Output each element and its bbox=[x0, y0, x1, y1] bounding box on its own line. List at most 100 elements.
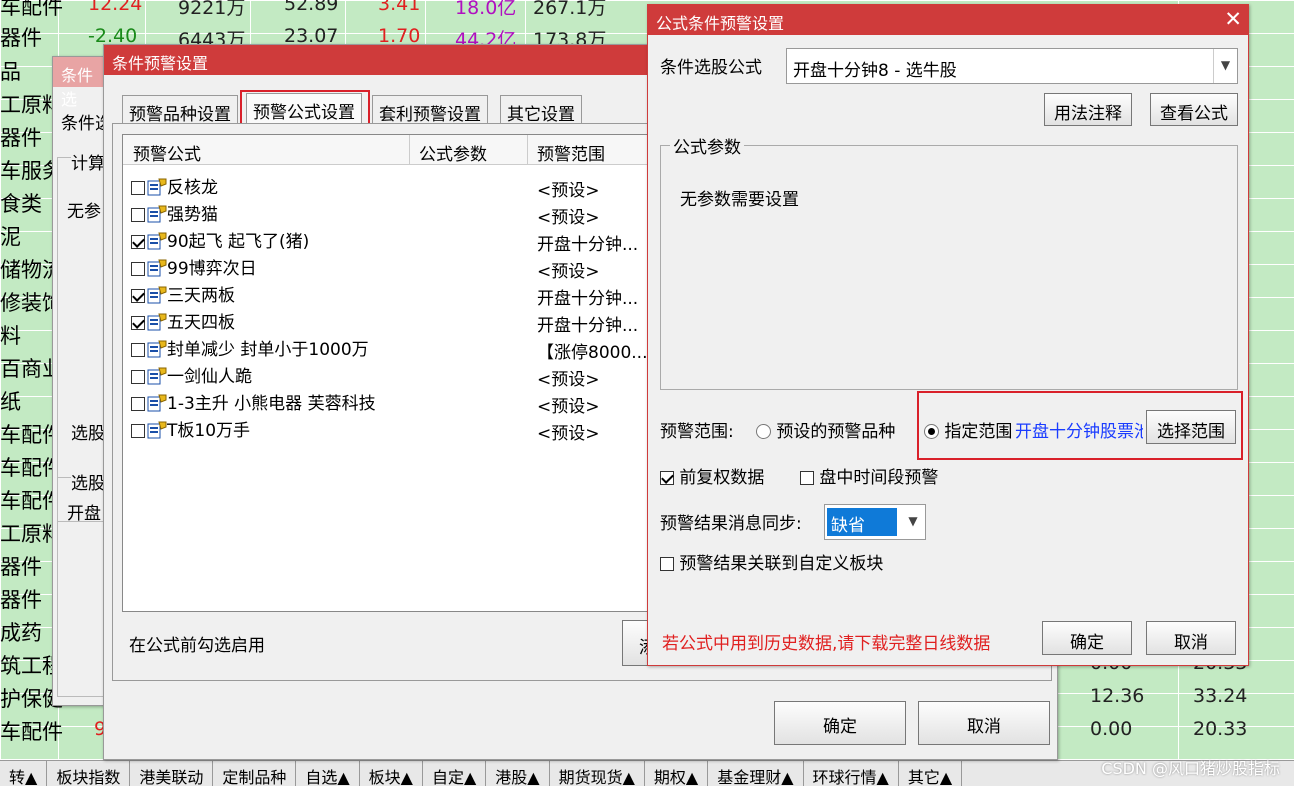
formula-range: <预设> bbox=[537, 181, 600, 201]
stock-name[interactable]: 器件 bbox=[0, 584, 42, 614]
bottom-tab[interactable]: 期权▲ bbox=[645, 761, 709, 786]
stock-price: 52.89 bbox=[284, 0, 339, 15]
list-item[interactable]: 强势猫 bbox=[131, 200, 218, 227]
radio-specified[interactable]: 指定范围 bbox=[924, 417, 1012, 442]
stock-volume: 9221万 bbox=[178, 0, 246, 19]
no-params-text: 无参数需要设置 bbox=[680, 190, 799, 210]
formula-name: 一剑仙人跪 bbox=[167, 367, 252, 387]
formula-icon bbox=[147, 421, 167, 439]
formula-range: 【涨停8000... bbox=[537, 343, 648, 363]
view-formula-button[interactable]: 查看公式 bbox=[1150, 93, 1238, 126]
stock-name[interactable]: 器件 bbox=[0, 122, 42, 152]
ok-button[interactable]: 确定 bbox=[1042, 621, 1132, 655]
stock-name[interactable]: 食类 bbox=[0, 188, 42, 218]
link-checkbox[interactable] bbox=[660, 557, 674, 571]
tab-alert-varieties[interactable]: 预警品种设置 bbox=[122, 95, 238, 125]
formula-name: 1-3主升 小熊电器 芙蓉科技 bbox=[167, 394, 376, 414]
bottom-tab[interactable]: 期货现货▲ bbox=[550, 761, 645, 786]
bottom-tab[interactable]: 自选▲ bbox=[296, 761, 360, 786]
formula-checkbox[interactable] bbox=[131, 424, 145, 438]
chevron-down-icon[interactable]: ▼ bbox=[901, 505, 925, 539]
list-item[interactable]: T板10万手 bbox=[131, 416, 250, 443]
adjusted-checkbox-row[interactable]: 前复权数据 bbox=[660, 463, 764, 488]
list-item[interactable]: 三天两板 bbox=[131, 281, 235, 308]
list-item[interactable]: 一剑仙人跪 bbox=[131, 362, 252, 389]
intraday-checkbox[interactable] bbox=[800, 471, 814, 485]
formula-checkbox[interactable] bbox=[131, 235, 145, 249]
stock-name[interactable]: 泥 bbox=[0, 221, 21, 251]
bottom-tab[interactable]: 其它▲ bbox=[899, 761, 963, 786]
formula-list: 预警公式 公式参数 预警范围 反核龙 强势猫 90起飞 起飞了(猪) 99博弈次… bbox=[122, 134, 653, 612]
bottom-tab[interactable]: 转▲ bbox=[0, 761, 48, 786]
stock-value: 3.41 bbox=[378, 0, 421, 15]
stock-name[interactable]: 车配件 bbox=[0, 0, 63, 21]
select-range-button[interactable]: 选择范围 bbox=[1146, 410, 1236, 444]
radio-preset[interactable]: 预设的预警品种 bbox=[756, 417, 895, 442]
bottom-tab[interactable]: 板块▲ bbox=[360, 761, 423, 786]
stock-name[interactable]: 车配件 bbox=[0, 716, 63, 746]
formula-checkbox[interactable] bbox=[131, 316, 145, 330]
params-group-label: 公式参数 bbox=[670, 133, 744, 158]
formula-checkbox[interactable] bbox=[131, 289, 145, 303]
formula-name: 强势猫 bbox=[167, 205, 218, 225]
ok-button[interactable]: 确定 bbox=[774, 701, 906, 745]
formula-icon bbox=[147, 367, 167, 385]
link-checkbox-row[interactable]: 预警结果关联到自定义板块 bbox=[660, 549, 883, 574]
usage-notes-button[interactable]: 用法注释 bbox=[1044, 93, 1132, 126]
stock-value: 33.24 bbox=[1193, 685, 1248, 707]
bottom-tab[interactable]: 基金理财▲ bbox=[708, 761, 804, 786]
range-label: 预警范围: bbox=[660, 422, 734, 442]
tab-arbitrage-alert[interactable]: 套利预警设置 bbox=[372, 95, 488, 125]
bottom-tab[interactable]: 港美联动 bbox=[130, 761, 214, 786]
column-header-range[interactable]: 预警范围 bbox=[537, 140, 605, 165]
list-item[interactable]: 90起飞 起飞了(猪) bbox=[131, 227, 309, 254]
formula-select[interactable]: 开盘十分钟8 - 选牛股 ▼ bbox=[786, 48, 1238, 84]
formula-checkbox[interactable] bbox=[131, 208, 145, 222]
link-label: 预警结果关联到自定义板块 bbox=[679, 554, 884, 574]
formula-range: <预设> bbox=[537, 208, 600, 228]
formula-checkbox[interactable] bbox=[131, 397, 145, 411]
stock-value: 0.00 bbox=[1090, 718, 1133, 740]
list-item[interactable]: 99博弈次日 bbox=[131, 254, 257, 281]
stock-name[interactable]: 器件 bbox=[0, 551, 42, 581]
radio-button[interactable] bbox=[756, 424, 771, 439]
column-header-params[interactable]: 公式参数 bbox=[419, 140, 487, 165]
column-header-formula[interactable]: 预警公式 bbox=[133, 140, 201, 165]
formula-checkbox[interactable] bbox=[131, 262, 145, 276]
params-group bbox=[660, 145, 1238, 390]
list-item[interactable]: 反核龙 bbox=[131, 173, 218, 200]
list-item[interactable]: 封单减少 封单小于1000万 bbox=[131, 335, 369, 362]
stock-name[interactable]: 器件 bbox=[0, 22, 42, 52]
formula-checkbox[interactable] bbox=[131, 343, 145, 357]
stock-name[interactable]: 品 bbox=[0, 56, 21, 86]
cancel-button[interactable]: 取消 bbox=[918, 701, 1050, 745]
stock-name[interactable]: 成药 bbox=[0, 617, 42, 647]
range-value: 开盘十分钟股票池 bbox=[1015, 422, 1143, 442]
tab-other-settings[interactable]: 其它设置 bbox=[500, 95, 582, 125]
list-item[interactable]: 五天四板 bbox=[131, 308, 235, 335]
bottom-tab[interactable]: 定制品种 bbox=[213, 761, 297, 786]
sync-select[interactable]: 缺省 ▼ bbox=[824, 504, 926, 540]
radio-specified-label: 指定范围 bbox=[944, 422, 1013, 442]
chevron-down-icon[interactable]: ▼ bbox=[1213, 49, 1237, 83]
radio-button[interactable] bbox=[924, 424, 939, 439]
formula-icon bbox=[147, 286, 167, 304]
formula-range: <预设> bbox=[537, 370, 600, 390]
stock-name[interactable]: 纸 bbox=[0, 386, 21, 416]
no-param-label: 无参 bbox=[67, 202, 101, 222]
formula-checkbox[interactable] bbox=[131, 370, 145, 384]
adjusted-checkbox[interactable] bbox=[660, 471, 674, 485]
enable-hint: 在公式前勾选启用 bbox=[129, 636, 265, 656]
bottom-tab[interactable]: 自定▲ bbox=[423, 761, 487, 786]
formula-icon bbox=[147, 232, 167, 250]
intraday-checkbox-row[interactable]: 盘中时间段预警 bbox=[800, 463, 938, 488]
bottom-tab[interactable]: 环球行情▲ bbox=[804, 761, 899, 786]
formula-select-value: 开盘十分钟8 - 选牛股 bbox=[793, 61, 957, 81]
stock-name[interactable]: 料 bbox=[0, 320, 21, 350]
bottom-tab[interactable]: 港股▲ bbox=[486, 761, 550, 786]
formula-checkbox[interactable] bbox=[131, 181, 145, 195]
close-icon[interactable]: ✕ bbox=[1224, 7, 1242, 31]
cancel-button[interactable]: 取消 bbox=[1146, 621, 1236, 655]
bottom-tab[interactable]: 板块指数 bbox=[47, 761, 131, 786]
list-item[interactable]: 1-3主升 小熊电器 芙蓉科技 bbox=[131, 389, 376, 416]
